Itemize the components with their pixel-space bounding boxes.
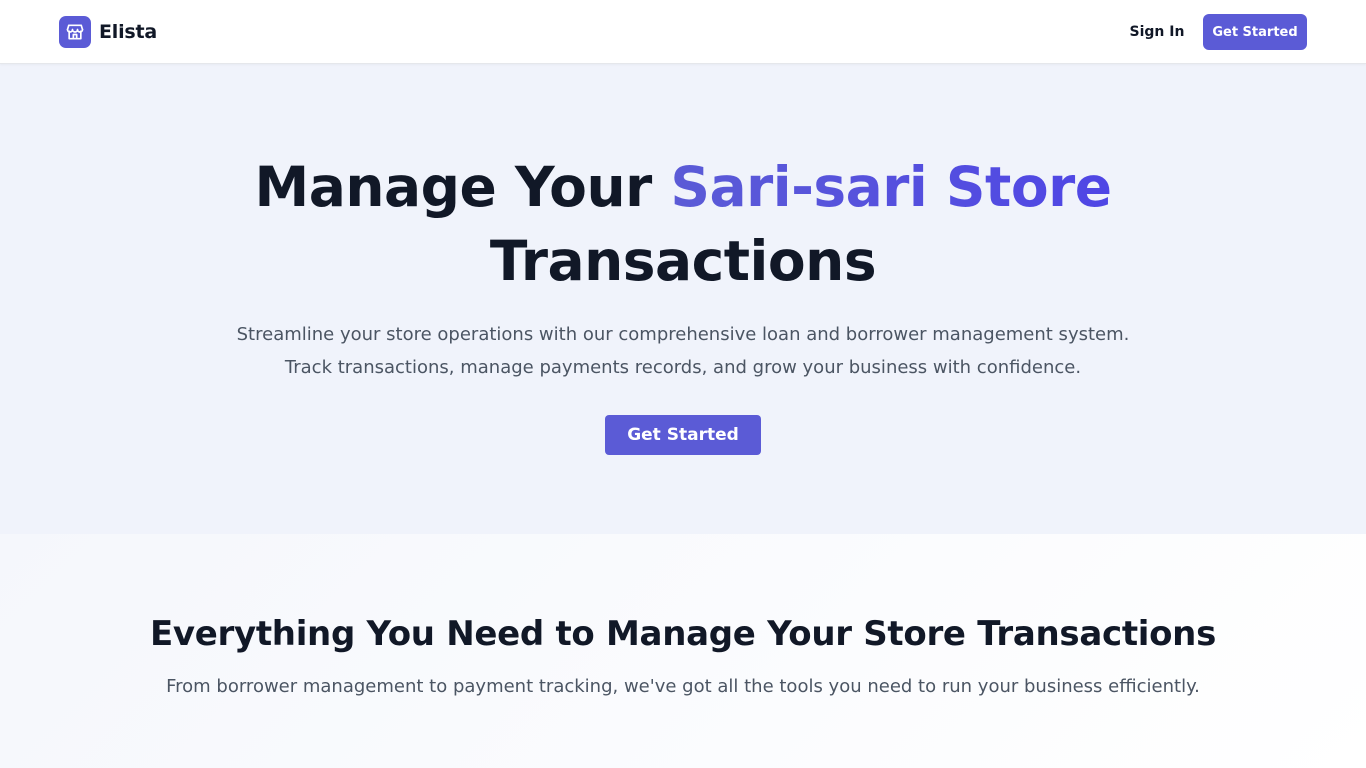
features-section: Everything You Need to Manage Your Store… [0,534,1366,768]
features-title: Everything You Need to Manage Your Store… [149,614,1217,654]
sign-in-link[interactable]: Sign In [1124,20,1190,44]
brand-name: Elista [99,21,158,43]
hero-subtitle: Streamline your store operations with ou… [0,318,1366,384]
hero-section: Manage Your Sari-sari Store Transactions… [0,64,1366,534]
hero-title: Manage Your Sari-sari Store Transactions [0,150,1366,298]
hero-subtitle-line1: Streamline your store operations with ou… [236,324,1130,345]
hero-title-part1: Manage Your [254,155,671,219]
store-icon [59,16,91,48]
brand[interactable]: Elista [59,16,157,48]
top-navbar: Elista Sign In Get Started [0,0,1366,64]
hero-subtitle-line2: Track transactions, manage payments reco… [284,357,1082,378]
features-subtitle: From borrower management to payment trac… [166,676,1200,697]
hero-title-part2: Transactions [489,229,877,293]
hero-title-accent: Sari-sari Store [670,155,1112,219]
nav-get-started-button[interactable]: Get Started [1203,14,1307,50]
hero-get-started-button[interactable]: Get Started [605,415,761,455]
